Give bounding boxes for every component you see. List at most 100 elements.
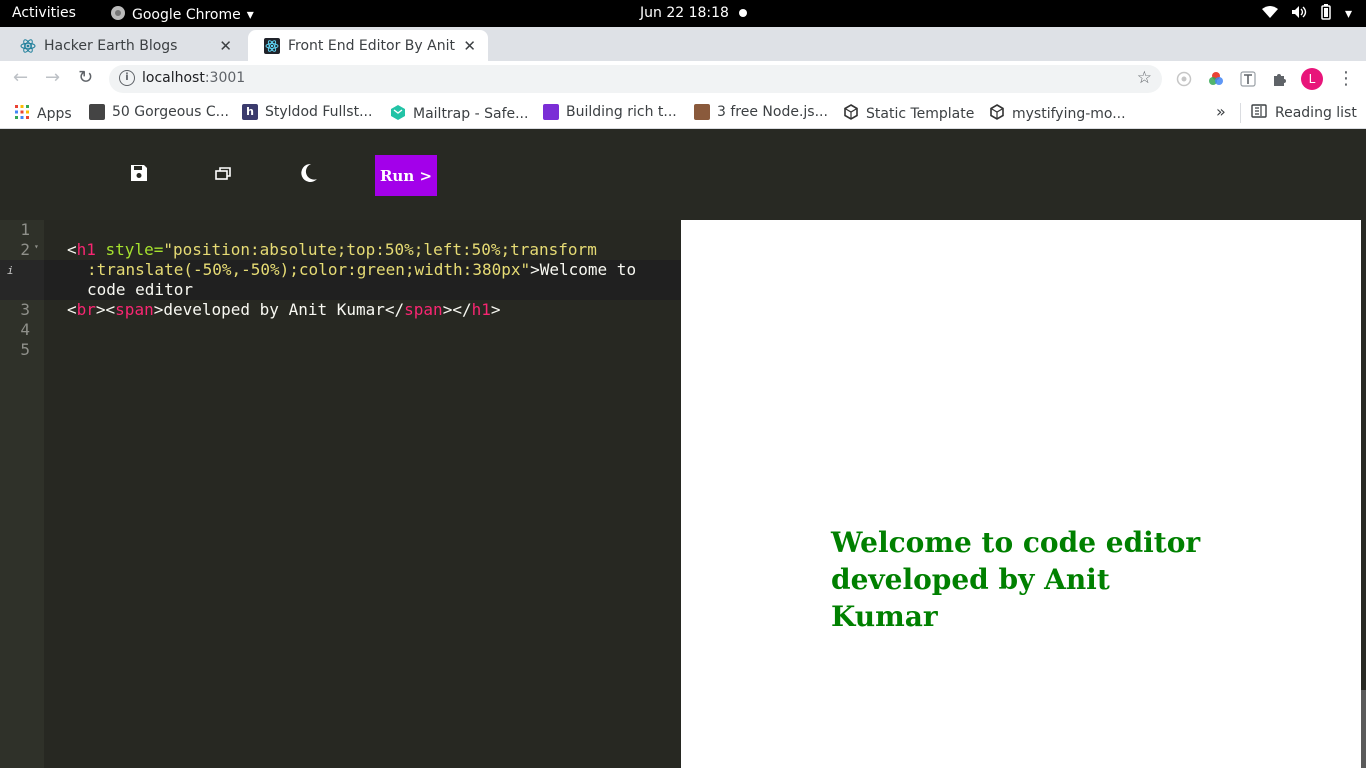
code-line-2-wrap-2: code editor: [87, 280, 193, 300]
bookmark-label: Static Template: [866, 106, 975, 122]
line-number: 3: [20, 300, 30, 319]
code-token: >developed by Anit Kumar</: [153, 300, 405, 319]
bookmark-static-template[interactable]: Static Template: [843, 104, 974, 124]
site-info-icon[interactable]: i: [119, 70, 135, 86]
more-bookmarks-chevron-icon[interactable]: »: [1216, 102, 1226, 121]
code-token: h1: [76, 240, 96, 259]
bookmark-label: Building rich t...: [566, 104, 677, 120]
rocket-icon: [543, 104, 559, 120]
layout-toggle-icon[interactable]: [212, 162, 234, 184]
app-menu[interactable]: Google Chrome ▾: [110, 5, 254, 25]
bookmark-mystifying[interactable]: mystifying-mo...: [989, 104, 1126, 124]
caret-down-icon: ▾: [246, 7, 254, 23]
chrome-icon: [110, 5, 126, 25]
save-icon[interactable]: [128, 162, 150, 184]
preview-pane: Welcome to code editor developed by Anit …: [681, 220, 1361, 768]
codesandbox-icon: [989, 104, 1005, 124]
forward-arrow-icon[interactable]: →: [45, 67, 60, 88]
address-bar[interactable]: i localhost:3001 ☆: [109, 65, 1162, 93]
code-line-3: <br><span>developed by Anit Kumar</span>…: [67, 300, 501, 320]
mailtrap-icon: [390, 104, 406, 124]
codesandbox-icon: [843, 104, 859, 124]
code-token: h1: [471, 300, 491, 319]
preview-heading-line1: Welcome to code editor: [831, 526, 1201, 559]
line-number: 1: [20, 220, 30, 239]
system-tray[interactable]: ▾: [1261, 4, 1352, 24]
app-menu-label: Google Chrome: [132, 7, 241, 23]
code-token: ></: [442, 300, 472, 319]
chrome-menu-icon[interactable]: ⋮: [1337, 68, 1355, 89]
bookmark-label: 3 free Node.js...: [717, 104, 828, 120]
code-token: span: [404, 300, 443, 319]
url-host: localhost: [142, 70, 205, 86]
wifi-icon: [1261, 5, 1279, 23]
code-token: span: [115, 300, 154, 319]
bookmark-star-icon[interactable]: ☆: [1137, 68, 1152, 88]
puzzle-extensions-icon[interactable]: [1271, 70, 1289, 88]
bookmark-label: Mailtrap - Safe...: [413, 106, 529, 122]
reading-list-label: Reading list: [1275, 105, 1357, 121]
extension-circle-icon[interactable]: [1175, 70, 1193, 88]
avatar-icon: [694, 104, 710, 120]
notification-dot: [739, 9, 747, 17]
line-number: 5: [20, 340, 30, 359]
reading-list-button[interactable]: Reading list: [1240, 103, 1357, 123]
react-icon: [20, 38, 36, 54]
tab-hacker-earth[interactable]: Hacker Earth Blogs ✕: [4, 30, 244, 61]
h-logo-icon: h: [242, 104, 258, 120]
dark-mode-moon-icon[interactable]: [297, 162, 319, 184]
battery-icon: [1319, 4, 1333, 24]
apps-grid-icon: [14, 104, 30, 124]
bookmark-node-js[interactable]: 3 free Node.js...: [694, 104, 828, 120]
text-extension-icon[interactable]: [1239, 70, 1257, 88]
preview-heading: Welcome to code editor developed by Anit …: [831, 524, 1211, 635]
tab-strip: Hacker Earth Blogs ✕ Front End Editor By…: [0, 27, 1366, 82]
code-token: >: [490, 300, 501, 319]
line-number-gutter: 1 2 ▾ i 3 4 5: [0, 220, 44, 768]
code-line-2-wrap-1: :translate(-50%,-50%);color:green;width:…: [87, 260, 636, 280]
code-line-2: <h1 style="position:absolute;top:50%;lef…: [67, 240, 597, 260]
line-number: 2: [20, 240, 30, 259]
code-token: :translate(-50%,-50%);color:green;width:…: [87, 260, 531, 279]
scrollbar-thumb[interactable]: [1361, 690, 1366, 768]
code-token: ><: [95, 300, 116, 319]
site-icon: [89, 104, 105, 120]
tab-title: Front End Editor By Anit Kumar: [288, 37, 458, 54]
bookmark-label: 50 Gorgeous C...: [112, 104, 229, 120]
code-token: >Welcome to: [530, 260, 637, 279]
run-button[interactable]: Run >: [375, 155, 437, 196]
code-token: <: [67, 300, 77, 319]
bookmark-label: Apps: [37, 106, 72, 122]
browser-toolbar: ← → ↻ i localhost:3001 ☆: [0, 61, 1366, 97]
code-editor[interactable]: 1 2 ▾ i 3 4 5 <h1 style="position:absolu…: [0, 220, 681, 768]
bookmark-styldod[interactable]: h Styldod Fullst...: [242, 104, 372, 120]
code-token: <: [67, 240, 77, 259]
bookmarks-bar: Apps 50 Gorgeous C... h Styldod Fullst..…: [0, 97, 1366, 129]
bookmark-building-rich[interactable]: Building rich t...: [543, 104, 677, 120]
tab-front-end-editor[interactable]: Front End Editor By Anit Kumar ✕: [248, 30, 488, 61]
back-arrow-icon[interactable]: ←: [13, 67, 28, 88]
reload-icon[interactable]: ↻: [78, 67, 93, 88]
code-token: style=: [95, 240, 164, 259]
system-top-bar: Activities Google Chrome ▾ Jun 22 18:18 …: [0, 0, 1366, 27]
bookmark-mailtrap[interactable]: Mailtrap - Safe...: [390, 104, 528, 124]
system-menu-caret-icon: ▾: [1344, 6, 1352, 22]
reading-list-icon: [1251, 104, 1267, 122]
url-text: localhost:3001: [142, 70, 245, 86]
code-token: "position:absolute;top:50%;left:50%;tran…: [163, 240, 597, 259]
editor-app: Run > 1 2 ▾ i 3 4 5 <h1 style="position:…: [0, 130, 1366, 768]
volume-icon: [1291, 5, 1307, 23]
code-token: br: [76, 300, 96, 319]
activities-button[interactable]: Activities: [12, 5, 76, 21]
color-picker-extension-icon[interactable]: [1207, 70, 1225, 88]
close-tab-icon[interactable]: ✕: [219, 37, 232, 55]
clock[interactable]: Jun 22 18:18: [640, 5, 729, 21]
info-annotation-icon: i: [7, 264, 14, 277]
line-number: 4: [20, 320, 30, 339]
profile-avatar[interactable]: L: [1301, 68, 1323, 90]
preview-heading-line2: developed by Anit Kumar: [831, 563, 1110, 633]
bookmark-50-gorgeous[interactable]: 50 Gorgeous C...: [89, 104, 229, 120]
close-tab-icon[interactable]: ✕: [463, 37, 476, 55]
bookmark-apps[interactable]: Apps: [14, 104, 72, 124]
fold-arrow-icon[interactable]: ▾: [34, 242, 39, 251]
